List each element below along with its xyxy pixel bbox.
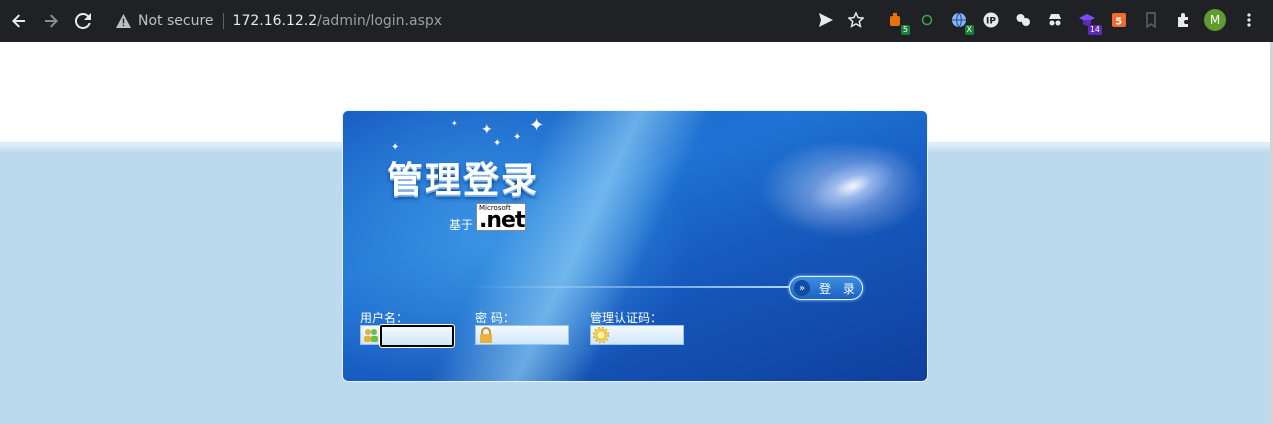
- reload-icon[interactable]: [67, 5, 99, 37]
- extensions-bar: 5 X IP 14 5 M: [884, 9, 1270, 35]
- kebab-menu-icon[interactable]: [1238, 9, 1260, 31]
- sparkle-icon: ✦: [451, 119, 458, 128]
- grad-cap-ext-icon[interactable]: 14: [1076, 9, 1102, 35]
- circle-ext-icon[interactable]: [916, 9, 938, 31]
- lock-icon: [478, 327, 494, 343]
- ublock-ext-icon[interactable]: 5: [884, 9, 910, 35]
- ip-ext-icon[interactable]: IP: [980, 9, 1002, 31]
- url-path: /admin/login.aspx: [317, 13, 443, 29]
- double-chevron-icon: »: [794, 280, 810, 296]
- light-streak: [463, 286, 803, 288]
- forward-arrow-icon[interactable]: [35, 5, 67, 37]
- sparkle-icon: ✦: [529, 115, 545, 136]
- captcha-field[interactable]: [590, 325, 684, 345]
- username-label: 用户名：: [360, 311, 409, 325]
- cookie-ext-icon[interactable]: [1012, 9, 1034, 31]
- divider: [222, 13, 224, 29]
- back-arrow-icon[interactable]: [3, 5, 35, 37]
- sparkle-icon: ✦: [481, 122, 493, 138]
- send-icon[interactable]: [818, 12, 834, 32]
- warning-icon[interactable]: [114, 12, 132, 30]
- dotnet-logo: Microsoft .net: [476, 203, 526, 233]
- username-icon-box: [360, 325, 380, 345]
- profile-avatar[interactable]: M: [1204, 9, 1226, 31]
- based-on-label: 基于: [449, 218, 474, 232]
- galaxy-image: [774, 127, 927, 245]
- globe-ext-icon[interactable]: X: [948, 9, 974, 35]
- login-button[interactable]: » 登 录: [789, 276, 863, 300]
- password-label: 密 码：: [475, 311, 515, 325]
- spy-ext-icon[interactable]: [1044, 9, 1066, 31]
- login-panel: ✦ ✦ ✦ ✦ ✦ ✦ 管理登录 基于 Microsoft .net » 登 录…: [342, 110, 928, 382]
- svg-text:IP: IP: [986, 17, 996, 27]
- gear-icon: [593, 327, 609, 343]
- password-input[interactable]: [496, 326, 568, 344]
- password-field[interactable]: [475, 325, 569, 345]
- address-bar[interactable]: Not secure 172.16.12.2/admin/login.aspx: [104, 5, 874, 37]
- puzzle-icon[interactable]: [1172, 9, 1194, 31]
- ext-badge: X: [964, 25, 974, 35]
- star-icon[interactable]: [847, 11, 865, 32]
- bookmark-icon[interactable]: [1140, 9, 1162, 31]
- captcha-input[interactable]: [611, 326, 683, 344]
- username-input[interactable]: [379, 324, 455, 348]
- ext-badge: 5: [900, 25, 910, 35]
- sparkle-icon: ✦: [493, 138, 502, 149]
- html5-ext-icon[interactable]: 5: [1108, 9, 1130, 31]
- url-host: 172.16.12.2: [232, 13, 318, 29]
- ext-badge: 14: [1087, 25, 1102, 35]
- page-title: 管理登录: [387, 159, 540, 201]
- sparkle-icon: ✦: [513, 132, 522, 143]
- users-icon: [363, 327, 379, 343]
- browser-toolbar: Not secure 172.16.12.2/admin/login.aspx …: [0, 0, 1273, 42]
- svg-text:5: 5: [1115, 17, 1122, 28]
- captcha-label: 管理认证码：: [590, 311, 663, 325]
- security-status[interactable]: Not secure: [138, 13, 214, 29]
